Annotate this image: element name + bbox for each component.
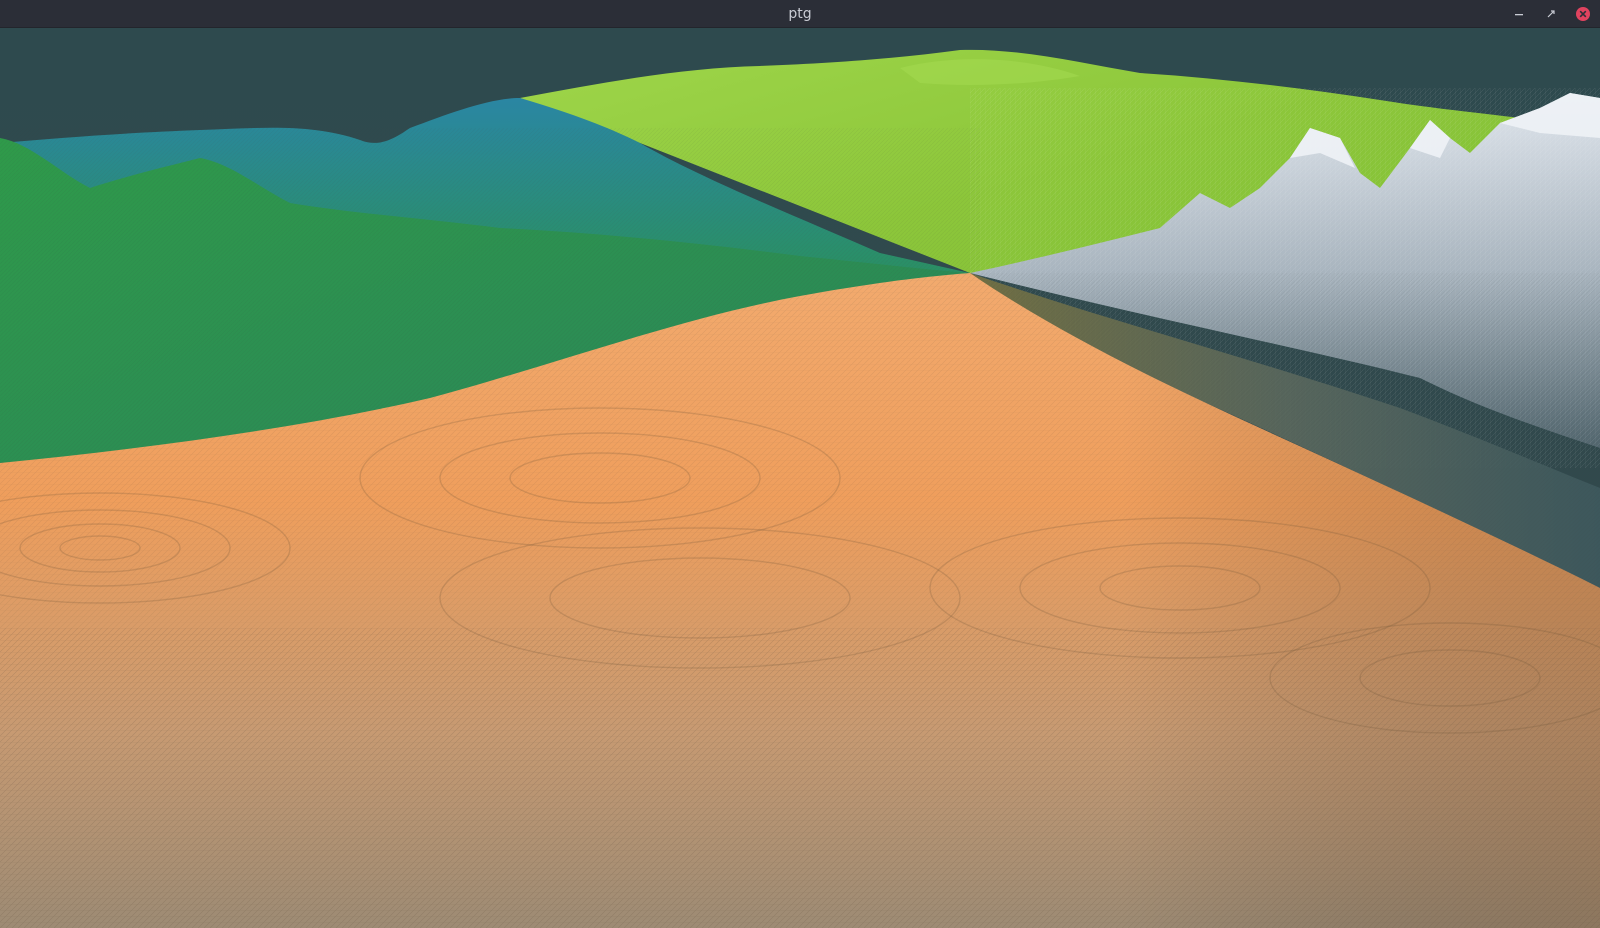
minimize-button[interactable] [1510,5,1528,23]
title-bar[interactable]: ptg [0,0,1600,28]
window-controls [1510,0,1592,28]
window-title: ptg [788,6,812,22]
restore-icon [1547,10,1555,18]
restore-button[interactable] [1542,5,1560,23]
minimize-icon [1515,14,1523,16]
app-window: ptg [0,0,1600,928]
terrain-viewport[interactable] [0,28,1600,928]
foreground-grid [0,628,1600,928]
close-button[interactable] [1574,5,1592,23]
close-icon [1576,7,1590,21]
terrain-render [0,28,1600,928]
